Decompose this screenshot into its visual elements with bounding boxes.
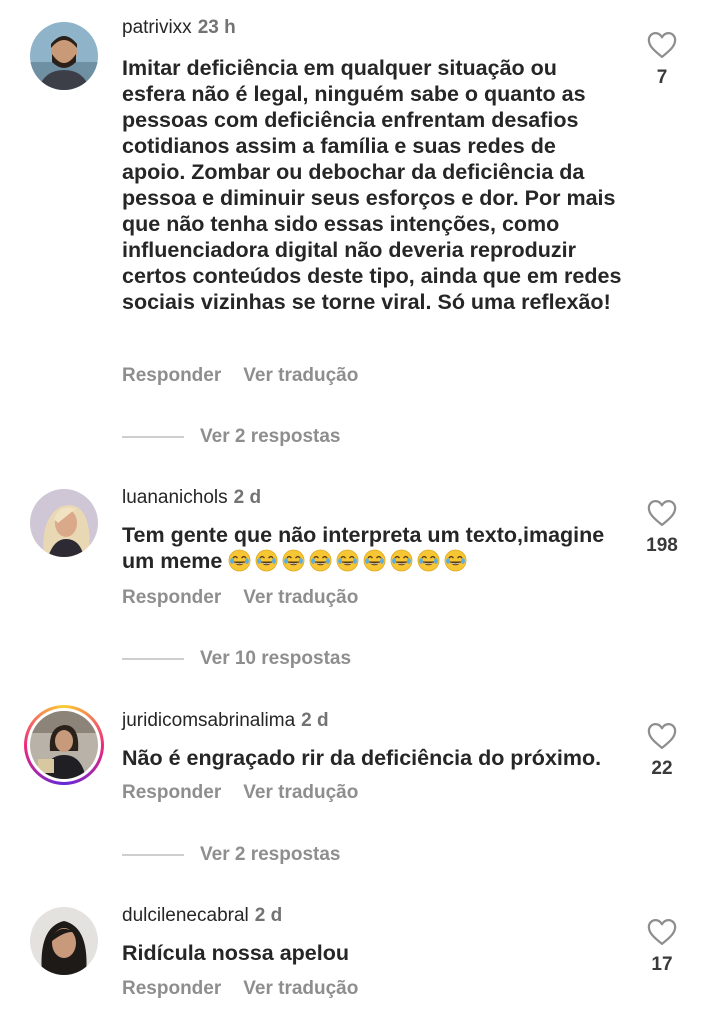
timestamp: 2 d	[233, 487, 262, 508]
avatar[interactable]	[30, 22, 98, 90]
like-count: 22	[651, 758, 673, 779]
comment-emoji: 😂😂😂😂😂😂😂😂😂	[228, 549, 471, 573]
like-section: 7	[640, 31, 684, 89]
comment-meta: juridicomsabrinalima 2 d	[122, 710, 329, 732]
view-replies-button[interactable]: Ver 10 respostas	[122, 648, 351, 670]
face-with-tears-of-joy-icon	[444, 549, 467, 572]
comment-text: Tem gente que não interpreta um texto,im…	[122, 522, 622, 574]
reply-button[interactable]: Responder	[122, 978, 221, 1000]
comment-actions: Responder Ver tradução	[122, 782, 358, 804]
reply-button[interactable]: Responder	[122, 587, 221, 609]
username[interactable]: dulcilenecabral	[122, 905, 249, 926]
avatar[interactable]	[30, 711, 98, 779]
comment-text: Ridícula nossa apelou	[122, 941, 349, 965]
username[interactable]: patrivixx	[122, 17, 192, 38]
face-with-tears-of-joy-icon	[417, 549, 440, 572]
avatar[interactable]	[30, 489, 98, 557]
replies-divider	[122, 853, 184, 856]
story-ring[interactable]	[24, 705, 104, 785]
translate-button[interactable]: Ver tradução	[243, 365, 358, 387]
like-count: 7	[656, 67, 668, 88]
face-with-tears-of-joy-icon	[255, 549, 278, 572]
comment-text: Imitar deficiência em qualquer situação …	[122, 56, 622, 314]
comment-actions: Responder Ver tradução	[122, 365, 358, 387]
view-replies-label: Ver 2 respostas	[200, 844, 341, 865]
heart-outline-icon[interactable]	[647, 31, 677, 59]
view-replies-label: Ver 10 respostas	[200, 648, 352, 669]
like-section: 17	[640, 918, 684, 976]
replies-divider	[122, 657, 184, 660]
comment-actions: Responder Ver tradução	[122, 587, 358, 609]
view-replies-button[interactable]: Ver 2 respostas	[122, 426, 340, 448]
like-section: 22	[640, 722, 684, 780]
timestamp: 23 h	[197, 17, 236, 38]
heart-outline-icon[interactable]	[647, 499, 677, 527]
view-replies-button[interactable]: Ver 2 respostas	[122, 844, 340, 866]
reply-button[interactable]: Responder	[122, 782, 221, 804]
username[interactable]: juridicomsabrinalima	[122, 710, 295, 731]
comment-actions: Responder Ver tradução	[122, 978, 358, 1000]
face-with-tears-of-joy-icon	[309, 549, 332, 572]
face-with-tears-of-joy-icon	[228, 549, 251, 572]
heart-outline-icon[interactable]	[647, 918, 677, 946]
comment-meta: luananichols 2 d	[122, 487, 261, 509]
like-count: 17	[651, 954, 673, 975]
translate-button[interactable]: Ver tradução	[243, 587, 358, 609]
timestamp: 2 d	[301, 710, 329, 731]
avatar[interactable]	[30, 907, 98, 975]
comment-text: Não é engraçado rir da deficiência do pr…	[122, 746, 602, 770]
face-with-tears-of-joy-icon	[390, 549, 413, 572]
comment-meta: patrivixx 23 h	[122, 17, 236, 39]
heart-outline-icon[interactable]	[647, 722, 677, 750]
comment-meta: dulcilenecabral 2 d	[122, 905, 282, 927]
reply-button[interactable]: Responder	[122, 365, 221, 387]
translate-button[interactable]: Ver tradução	[243, 782, 358, 804]
translate-button[interactable]: Ver tradução	[243, 978, 358, 1000]
face-with-tears-of-joy-icon	[363, 549, 386, 572]
timestamp: 2 d	[254, 905, 283, 926]
username[interactable]: luananichols	[122, 487, 228, 508]
face-with-tears-of-joy-icon	[282, 549, 305, 572]
replies-divider	[122, 435, 184, 438]
view-replies-label: Ver 2 respostas	[200, 426, 341, 447]
face-with-tears-of-joy-icon	[336, 549, 359, 572]
like-count: 198	[646, 535, 678, 556]
like-section: 198	[640, 499, 684, 557]
